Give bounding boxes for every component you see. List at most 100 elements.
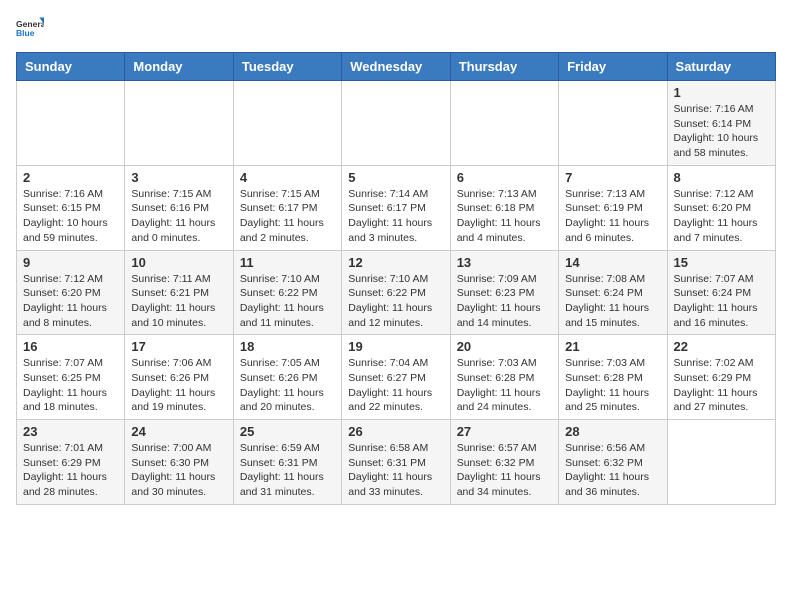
day-number: 19 bbox=[348, 339, 443, 354]
day-number: 21 bbox=[565, 339, 660, 354]
calendar-cell: 5Sunrise: 7:14 AM Sunset: 6:17 PM Daylig… bbox=[342, 165, 450, 250]
calendar-cell: 18 Sunrise: 7:05 AM Sunset: 6:26 PM Dayli… bbox=[233, 335, 341, 420]
day-number: 14 bbox=[565, 255, 660, 270]
day-info: Sunrise: 6:56 AM Sunset: 6:32 PM Dayligh… bbox=[565, 441, 660, 500]
day-info: Sunrise: 6:59 AM Sunset: 6:31 PM Dayligh… bbox=[240, 441, 335, 500]
day-info: Sunrise: 7:12 AM Sunset: 6:20 PM Dayligh… bbox=[674, 187, 769, 246]
logo: General Blue bbox=[16, 16, 48, 44]
day-info: Sunrise: 7:06 AM Sunset: 6:26 PM Dayligh… bbox=[131, 356, 226, 415]
day-number: 15 bbox=[674, 255, 769, 270]
calendar-cell: 2 Sunrise: 7:16 AM Sunset: 6:15 PM Daylig… bbox=[17, 165, 125, 250]
calendar-week-row: 16 Sunrise: 7:07 AM Sunset: 6:25 PM Dayli… bbox=[17, 335, 776, 420]
day-info: Sunrise: 7:02 AM Sunset: 6:29 PM Dayligh… bbox=[674, 356, 769, 415]
calendar-cell: 28 Sunrise: 6:56 AM Sunset: 6:32 PM Dayli… bbox=[559, 420, 667, 505]
calendar-cell bbox=[342, 81, 450, 166]
day-number: 7 bbox=[565, 170, 660, 185]
calendar-cell bbox=[125, 81, 233, 166]
day-number: 24 bbox=[131, 424, 226, 439]
day-info: Sunrise: 7:16 AM Sunset: 6:15 PM Dayligh… bbox=[23, 187, 118, 246]
calendar-cell bbox=[17, 81, 125, 166]
calendar-cell: 13 Sunrise: 7:09 AM Sunset: 6:23 PM Dayli… bbox=[450, 250, 558, 335]
calendar-cell: 1 Sunrise: 7:16 AM Sunset: 6:14 PM Daylig… bbox=[667, 81, 775, 166]
day-info: Sunrise: 7:16 AM Sunset: 6:14 PM Dayligh… bbox=[674, 102, 769, 161]
day-number: 18 bbox=[240, 339, 335, 354]
day-of-week-header: Friday bbox=[559, 53, 667, 81]
day-number: 5 bbox=[348, 170, 443, 185]
calendar-cell bbox=[233, 81, 341, 166]
svg-text:General: General bbox=[16, 19, 44, 29]
calendar-cell bbox=[559, 81, 667, 166]
calendar-cell: 25 Sunrise: 6:59 AM Sunset: 6:31 PM Dayli… bbox=[233, 420, 341, 505]
calendar-week-row: 9 Sunrise: 7:12 AM Sunset: 6:20 PM Daylig… bbox=[17, 250, 776, 335]
calendar-cell: 8 Sunrise: 7:12 AM Sunset: 6:20 PM Daylig… bbox=[667, 165, 775, 250]
calendar-cell: 4 Sunrise: 7:15 AM Sunset: 6:17 PM Daylig… bbox=[233, 165, 341, 250]
calendar-cell: 7Sunrise: 7:13 AM Sunset: 6:19 PM Daylig… bbox=[559, 165, 667, 250]
day-info: Sunrise: 7:00 AM Sunset: 6:30 PM Dayligh… bbox=[131, 441, 226, 500]
calendar-week-row: 2 Sunrise: 7:16 AM Sunset: 6:15 PM Daylig… bbox=[17, 165, 776, 250]
day-of-week-header: Monday bbox=[125, 53, 233, 81]
day-number: 4 bbox=[240, 170, 335, 185]
calendar-cell bbox=[667, 420, 775, 505]
day-info: Sunrise: 7:10 AM Sunset: 6:22 PM Dayligh… bbox=[348, 272, 443, 331]
calendar-cell: 26 Sunrise: 6:58 AM Sunset: 6:31 PM Dayli… bbox=[342, 420, 450, 505]
calendar-cell: 22 Sunrise: 7:02 AM Sunset: 6:29 PM Dayli… bbox=[667, 335, 775, 420]
calendar-cell: 19Sunrise: 7:04 AM Sunset: 6:27 PM Dayli… bbox=[342, 335, 450, 420]
day-info: Sunrise: 7:07 AM Sunset: 6:24 PM Dayligh… bbox=[674, 272, 769, 331]
day-number: 3 bbox=[131, 170, 226, 185]
calendar-week-row: 23Sunrise: 7:01 AM Sunset: 6:29 PM Dayli… bbox=[17, 420, 776, 505]
calendar-cell bbox=[450, 81, 558, 166]
day-number: 8 bbox=[674, 170, 769, 185]
calendar-cell: 16 Sunrise: 7:07 AM Sunset: 6:25 PM Dayli… bbox=[17, 335, 125, 420]
day-number: 2 bbox=[23, 170, 118, 185]
day-number: 17 bbox=[131, 339, 226, 354]
day-number: 10 bbox=[131, 255, 226, 270]
day-info: Sunrise: 7:10 AM Sunset: 6:22 PM Dayligh… bbox=[240, 272, 335, 331]
calendar-cell: 17 Sunrise: 7:06 AM Sunset: 6:26 PM Dayli… bbox=[125, 335, 233, 420]
day-info: Sunrise: 7:09 AM Sunset: 6:23 PM Dayligh… bbox=[457, 272, 552, 331]
day-number: 6 bbox=[457, 170, 552, 185]
calendar-cell: 6 Sunrise: 7:13 AM Sunset: 6:18 PM Daylig… bbox=[450, 165, 558, 250]
calendar-cell: 10 Sunrise: 7:11 AM Sunset: 6:21 PM Dayli… bbox=[125, 250, 233, 335]
day-info: Sunrise: 7:15 AM Sunset: 6:16 PM Dayligh… bbox=[131, 187, 226, 246]
day-number: 12 bbox=[348, 255, 443, 270]
calendar-cell: 24 Sunrise: 7:00 AM Sunset: 6:30 PM Dayli… bbox=[125, 420, 233, 505]
calendar-cell: 12 Sunrise: 7:10 AM Sunset: 6:22 PM Dayli… bbox=[342, 250, 450, 335]
calendar-cell: 15 Sunrise: 7:07 AM Sunset: 6:24 PM Dayli… bbox=[667, 250, 775, 335]
day-info: Sunrise: 7:03 AM Sunset: 6:28 PM Dayligh… bbox=[565, 356, 660, 415]
calendar-cell: 21 Sunrise: 7:03 AM Sunset: 6:28 PM Dayli… bbox=[559, 335, 667, 420]
day-info: Sunrise: 7:11 AM Sunset: 6:21 PM Dayligh… bbox=[131, 272, 226, 331]
day-info: Sunrise: 7:05 AM Sunset: 6:26 PM Dayligh… bbox=[240, 356, 335, 415]
day-info: Sunrise: 6:58 AM Sunset: 6:31 PM Dayligh… bbox=[348, 441, 443, 500]
day-info: Sunrise: 7:07 AM Sunset: 6:25 PM Dayligh… bbox=[23, 356, 118, 415]
day-of-week-header: Sunday bbox=[17, 53, 125, 81]
calendar-cell: 14 Sunrise: 7:08 AM Sunset: 6:24 PM Dayli… bbox=[559, 250, 667, 335]
day-info: Sunrise: 7:13 AM Sunset: 6:18 PM Dayligh… bbox=[457, 187, 552, 246]
day-of-week-header: Thursday bbox=[450, 53, 558, 81]
day-number: 1 bbox=[674, 85, 769, 100]
calendar-cell: 11Sunrise: 7:10 AM Sunset: 6:22 PM Dayli… bbox=[233, 250, 341, 335]
day-number: 9 bbox=[23, 255, 118, 270]
calendar-table: SundayMondayTuesdayWednesdayThursdayFrid… bbox=[16, 52, 776, 505]
calendar-cell: 20Sunrise: 7:03 AM Sunset: 6:28 PM Dayli… bbox=[450, 335, 558, 420]
day-info: Sunrise: 7:08 AM Sunset: 6:24 PM Dayligh… bbox=[565, 272, 660, 331]
day-number: 26 bbox=[348, 424, 443, 439]
day-of-week-header: Wednesday bbox=[342, 53, 450, 81]
day-number: 25 bbox=[240, 424, 335, 439]
day-number: 13 bbox=[457, 255, 552, 270]
day-of-week-header: Tuesday bbox=[233, 53, 341, 81]
calendar-cell: 9 Sunrise: 7:12 AM Sunset: 6:20 PM Daylig… bbox=[17, 250, 125, 335]
calendar-week-row: 1 Sunrise: 7:16 AM Sunset: 6:14 PM Daylig… bbox=[17, 81, 776, 166]
calendar-cell: 27Sunrise: 6:57 AM Sunset: 6:32 PM Dayli… bbox=[450, 420, 558, 505]
day-info: Sunrise: 6:57 AM Sunset: 6:32 PM Dayligh… bbox=[457, 441, 552, 500]
day-number: 22 bbox=[674, 339, 769, 354]
day-number: 23 bbox=[23, 424, 118, 439]
day-number: 28 bbox=[565, 424, 660, 439]
page-header: General Blue bbox=[16, 16, 776, 44]
svg-text:Blue: Blue bbox=[16, 28, 35, 38]
calendar-header-row: SundayMondayTuesdayWednesdayThursdayFrid… bbox=[17, 53, 776, 81]
day-info: Sunrise: 7:15 AM Sunset: 6:17 PM Dayligh… bbox=[240, 187, 335, 246]
day-number: 20 bbox=[457, 339, 552, 354]
day-info: Sunrise: 7:12 AM Sunset: 6:20 PM Dayligh… bbox=[23, 272, 118, 331]
logo-icon: General Blue bbox=[16, 16, 44, 44]
day-number: 16 bbox=[23, 339, 118, 354]
